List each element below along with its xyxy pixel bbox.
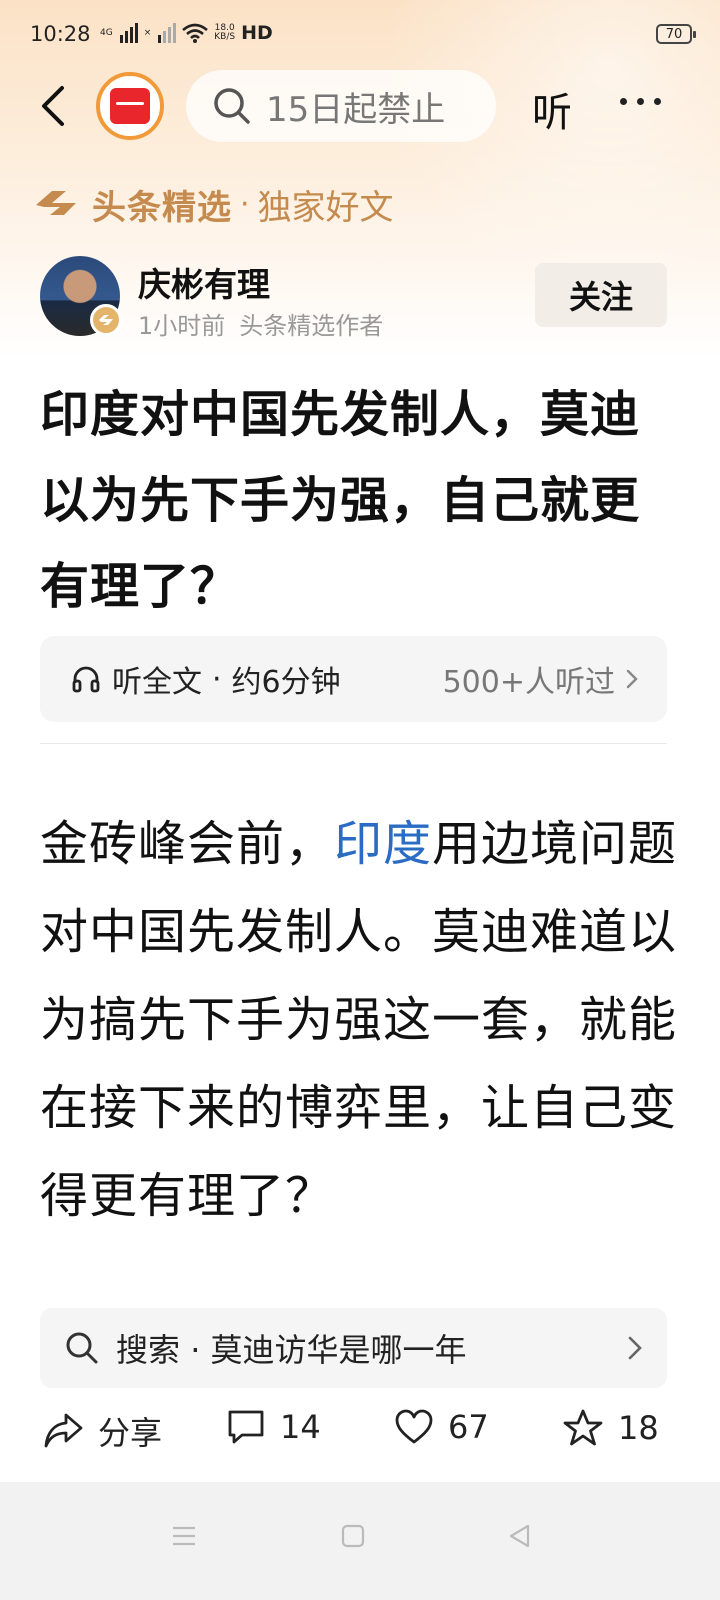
article-body: 金砖峰会前，印度用边境问题对中国先发制人。莫迪难道以为搞先下手为强这一套，就能在… [40,800,680,1294]
listen-separator: · [212,661,222,697]
post-time: 1小时前 [138,312,226,340]
back-arrow-icon[interactable] [34,82,74,130]
red-box-icon [110,88,150,124]
search-bar[interactable]: 15日起禁止 [186,70,496,142]
share-label: 分享 [98,1414,163,1452]
app-logo[interactable] [96,72,164,140]
search-icon [66,1332,98,1364]
brand-name: 头条精选 [92,188,232,228]
search-icon [214,88,250,124]
chevron-right-icon [628,1336,642,1360]
listen-button[interactable]: 听 [532,80,572,138]
brand-separator: · [240,187,250,222]
share-icon [44,1413,83,1448]
favorite-button[interactable]: 18 [562,1408,659,1448]
status-bar: 10:28 4G × 18.0 KB/S HD 70 [0,0,720,70]
brand-logo-icon [36,190,76,215]
signal-icon [119,23,138,43]
wifi-icon [182,23,209,43]
listen-full-label: 听全文 [112,665,202,700]
comment-button[interactable]: 14 [226,1408,321,1446]
battery-icon: 70 [656,24,696,44]
listener-count: 500+人听过 [442,665,615,700]
article-title: 印度对中国先发制人，莫迪以为先下手为强，自己就更有理了？ [40,386,641,615]
signal-2-icon [158,23,177,43]
status-icons: 4G × 18.0 KB/S HD [100,22,273,44]
back-triangle-icon[interactable] [506,1522,534,1550]
body-text-rest: 用边境问题对中国先发制人。莫迪难道以为搞先下手为强这一套，就能在接下来的博弈里，… [40,816,678,1224]
status-time: 10:28 [30,22,91,46]
like-button[interactable]: 67 [394,1408,489,1446]
body-link-india[interactable]: 印度 [334,816,432,872]
action-bar: 分享 14 67 18 [0,1394,720,1474]
search-placeholder: 15日起禁止 [266,89,446,130]
network-label-1: 4G [100,27,113,38]
battery-level: 70 [665,26,683,42]
network-label-2: × [143,27,152,38]
verified-badge-icon [90,304,122,336]
author-name[interactable]: 庆彬有理 [138,258,270,306]
listen-duration: 约6分钟 [231,665,341,700]
star-icon [563,1409,603,1446]
top-nav: 15日起禁止 听 [0,68,720,144]
brand-subtitle: 独家好文 [257,188,394,228]
body-text-start: 金砖峰会前， [40,816,335,872]
related-search-bar[interactable]: 搜索 · 莫迪访华是哪一年 [40,1308,667,1388]
author-tag: 头条精选作者 [239,312,384,340]
chevron-right-icon [626,669,638,689]
menu-icon[interactable] [170,1522,198,1550]
hd-indicator: HD [241,22,273,44]
related-search-text: 搜索 · 莫迪访华是哪一年 [116,1331,467,1369]
favorite-count: 18 [618,1409,659,1447]
like-count: 67 [448,1408,489,1446]
featured-brand: 头条精选 · 独家好文 [32,180,394,229]
more-options-icon[interactable] [620,98,661,105]
divider [40,743,667,744]
heart-icon [395,1409,433,1444]
home-icon[interactable] [339,1522,367,1550]
comment-icon [228,1410,264,1444]
system-navigation-bar [0,1482,720,1600]
follow-button[interactable]: 关注 [535,263,667,327]
share-button[interactable]: 分享 [42,1408,162,1454]
author-meta: 1小时前 头条精选作者 [138,306,383,341]
comment-count: 14 [280,1408,321,1446]
network-speed: 18.0 KB/S [214,23,236,42]
listen-full-article-bar[interactable]: 听全文 · 约6分钟 500+人听过 [40,636,667,722]
headphones-icon [72,666,100,693]
